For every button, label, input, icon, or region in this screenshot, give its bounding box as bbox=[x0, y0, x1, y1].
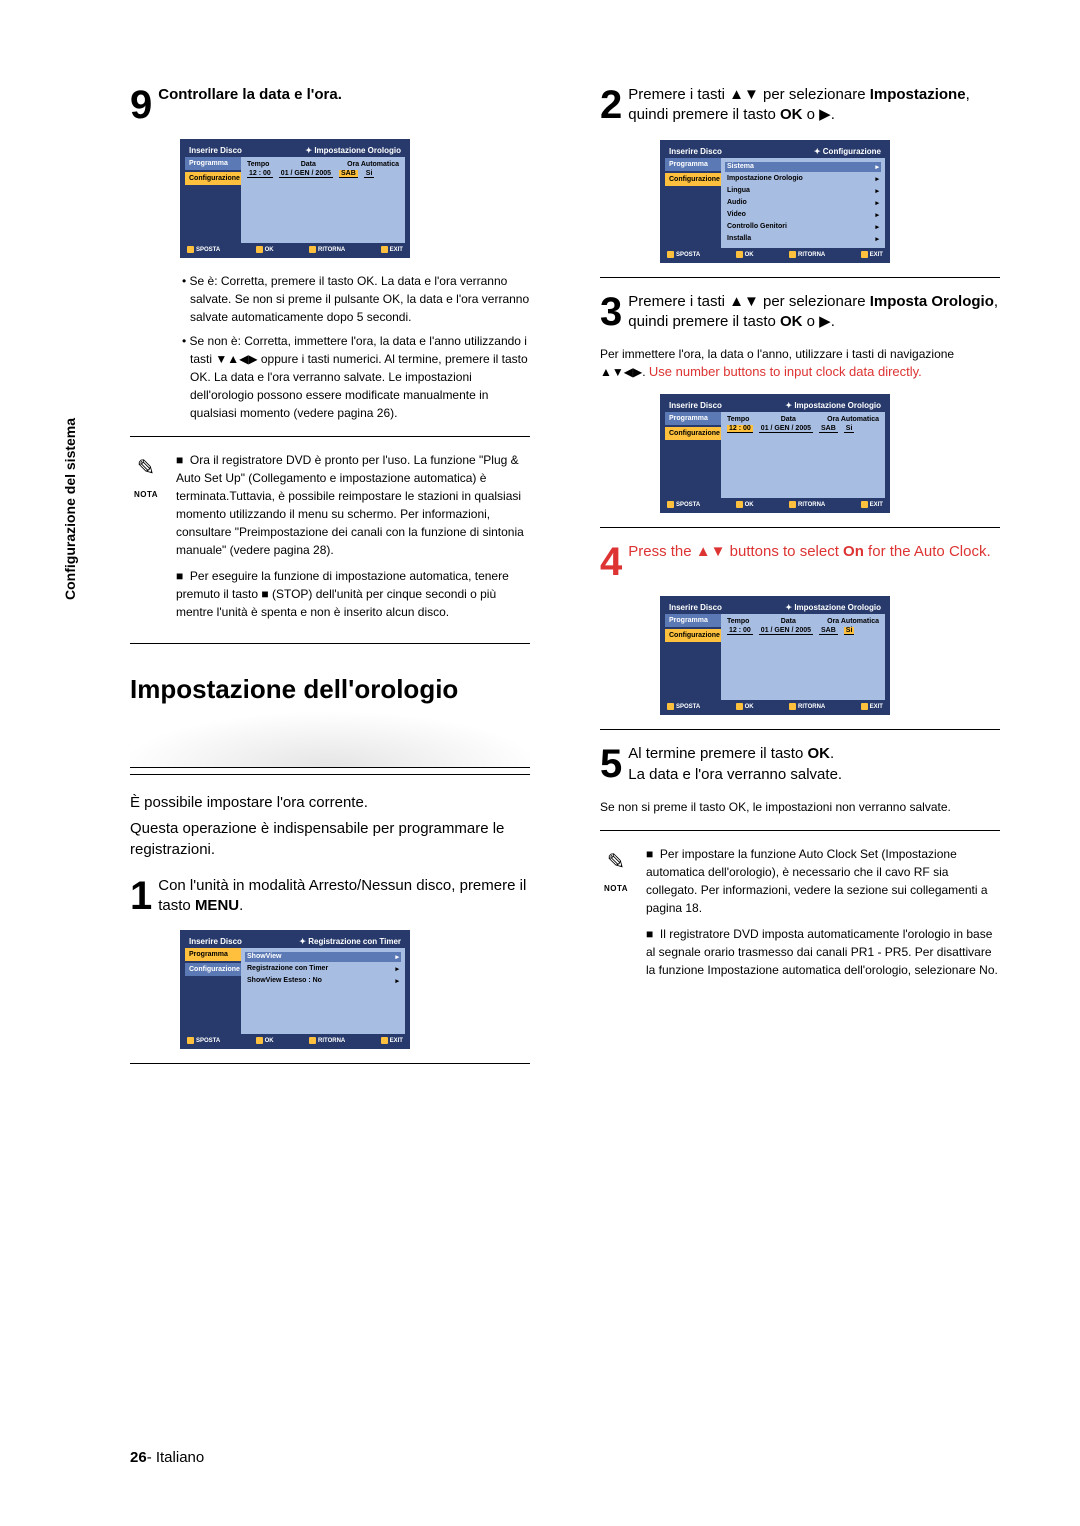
osd-config: Inserire Disco✦ Configurazione Programma… bbox=[660, 140, 890, 263]
step-number: 2 bbox=[600, 85, 622, 125]
step-5: 5 Al termine premere il tasto OK. La dat… bbox=[600, 744, 1000, 785]
note-block-right: ✎ NOTA ■ Per impostare la funzione Auto … bbox=[600, 845, 1000, 987]
step-9-title: Controllare la data e l'ora. bbox=[158, 86, 342, 103]
step-9: 9 Controllare la data e l'ora. bbox=[130, 85, 530, 125]
step-number: 9 bbox=[130, 85, 152, 125]
step-9-bullets: • Se è: Corretta, premere il tasto OK. L… bbox=[130, 272, 530, 422]
note-block-left: ✎ NOTA ■ Ora il registratore DVD è pront… bbox=[130, 451, 530, 629]
intro-line-1: È possibile impostare l'ora corrente. bbox=[130, 793, 530, 813]
step-1: 1 Con l'unità in modalità Arresto/Nessun… bbox=[130, 876, 530, 917]
osd-clock-2: Inserire Disco✦ Impostazione Orologio Pr… bbox=[660, 394, 890, 513]
step-number: 1 bbox=[130, 876, 152, 916]
section-heading: Impostazione dell'orologio bbox=[130, 674, 530, 775]
step-number: 3 bbox=[600, 292, 622, 332]
note-label: NOTA bbox=[604, 884, 628, 893]
osd-clock-1: Inserire Disco✦ Impostazione Orologio Pr… bbox=[180, 139, 410, 258]
step-3-sub: Per immettere l'ora, la data o l'anno, u… bbox=[600, 346, 1000, 382]
side-section-label: Configurazione del sistema bbox=[62, 418, 78, 600]
osd-clock-3: Inserire Disco✦ Impostazione Orologio Pr… bbox=[660, 596, 890, 715]
step-number: 5 bbox=[600, 744, 622, 784]
note-label: NOTA bbox=[134, 490, 158, 499]
page-footer: 26- Italiano bbox=[130, 1449, 204, 1466]
step-4: 4 Press the ▲▼ buttons to select On for … bbox=[600, 542, 1000, 582]
note-icon: ✎ bbox=[130, 451, 162, 484]
step-2: 2 Premere i tasti ▲▼ per selezionare Imp… bbox=[600, 85, 1000, 126]
osd-timer: Inserire Disco✦ Registrazione con Timer … bbox=[180, 930, 410, 1049]
intro-line-2: Questa operazione è indispensabile per p… bbox=[130, 819, 530, 860]
step-5-sub: Se non si preme il tasto OK, le impostaz… bbox=[600, 799, 1000, 816]
step-3: 3 Premere i tasti ▲▼ per selezionare Imp… bbox=[600, 292, 1000, 333]
note-icon: ✎ bbox=[600, 845, 632, 878]
step-number: 4 bbox=[600, 542, 622, 582]
